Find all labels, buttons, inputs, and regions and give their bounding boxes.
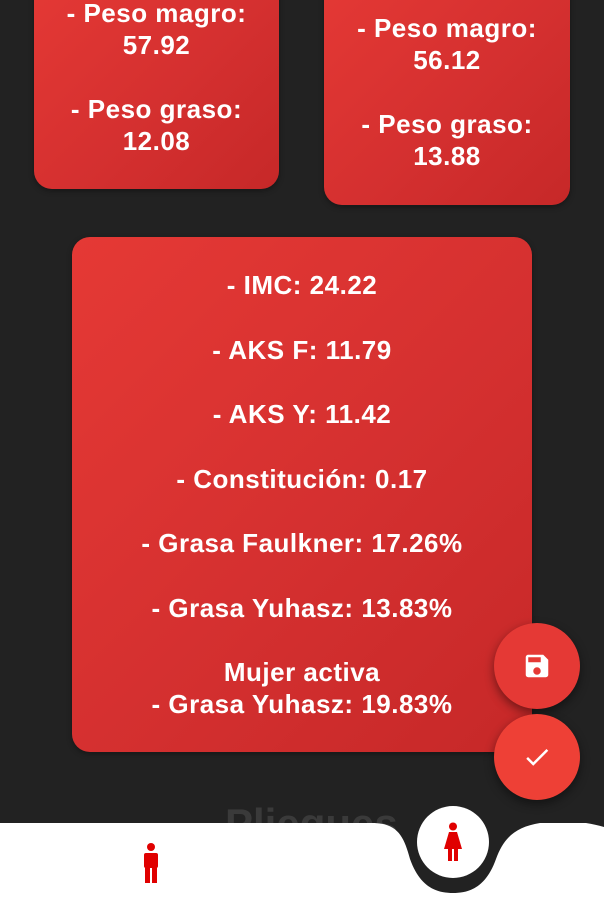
- lean-fat-weight-card-left: - Peso magro: 57.92 - Peso graso: 12.08: [34, 0, 279, 189]
- lean-weight-label: - Peso magro:: [66, 0, 247, 28]
- lean-weight-label: - Peso magro:: [357, 13, 537, 43]
- fat-weight-label: - Peso graso:: [70, 94, 243, 124]
- male-icon[interactable]: [138, 842, 164, 884]
- floppy-disk-icon: [525, 654, 549, 678]
- constitution-value: - Constitución: 0.17: [176, 463, 428, 494]
- imc-value: - IMC: 24.22: [226, 270, 378, 300]
- nav-item-female[interactable]: [417, 806, 489, 878]
- aks-y-value: - AKS Y: 11.42: [212, 399, 392, 429]
- bottom-navigation-bar: [0, 823, 604, 905]
- confirm-button[interactable]: [494, 714, 580, 800]
- fat-faulkner-value: - Grasa Faulkner: 17.26%: [141, 528, 463, 558]
- active-woman-label: Mujer activa: [223, 657, 381, 687]
- aks-f-value: - AKS F: 11.79: [212, 334, 392, 365]
- fat-weight-value: 13.88: [413, 141, 481, 171]
- fat-weight-value: 12.08: [122, 126, 191, 156]
- save-button[interactable]: [494, 623, 580, 709]
- lean-fat-weight-card-right: - Peso magro: 56.12 - Peso graso: 13.88: [324, 0, 570, 205]
- fat-yuhasz-value: - Grasa Yuhasz: 13.83%: [151, 592, 453, 623]
- fat-yuhasz-active-value: - Grasa Yuhasz: 19.83%: [151, 689, 453, 719]
- fat-weight-label: - Peso graso:: [361, 109, 533, 139]
- body-metrics-card: - IMC: 24.22 - AKS F: 11.79 - AKS Y: 11.…: [72, 237, 532, 752]
- lean-weight-value: 56.12: [413, 45, 481, 75]
- check-icon: [526, 749, 549, 766]
- lean-weight-value: 57.92: [122, 30, 191, 60]
- female-icon: [444, 822, 462, 861]
